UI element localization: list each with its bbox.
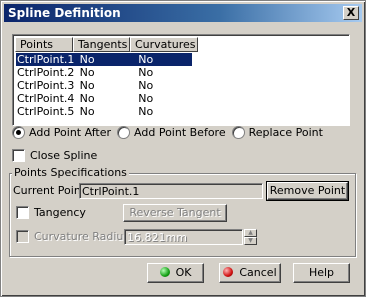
curvature-radius-label: Curvature Radius: <box>34 230 133 243</box>
group-title: Points Specifications <box>12 166 129 179</box>
radio-label: Add Point After <box>29 126 112 139</box>
list-row-ctrlpoint-4[interactable]: CtrlPoint.4 No No <box>16 92 192 105</box>
cell-curvature: No <box>138 92 154 105</box>
radio-add-point-after[interactable]: Add Point After <box>12 126 111 139</box>
cell-tangent: No <box>79 92 95 105</box>
ok-label: OK <box>175 266 192 279</box>
spline-definition-dialog: Spline Definition X Points Tangents Curv… <box>0 0 366 297</box>
cancel-button[interactable]: Cancel <box>219 263 281 283</box>
column-header-points[interactable]: Points <box>15 37 73 52</box>
spin-down-icon[interactable]: ▼ <box>244 237 257 245</box>
tangency-label: Tangency <box>34 206 86 219</box>
column-header-tangents[interactable]: Tangents <box>73 37 130 52</box>
close-spline-checkbox[interactable] <box>12 149 25 162</box>
radio-selected-icon[interactable] <box>12 126 25 139</box>
ok-button[interactable]: OK <box>147 263 204 283</box>
curvature-radius-checkbox[interactable] <box>16 230 29 243</box>
column-header-curvatures[interactable]: Curvatures <box>130 37 198 52</box>
points-list[interactable]: Points Tangents Curvatures CtrlPoint.1 N… <box>12 34 350 126</box>
add-mode-radio-group: Add Point After Add Point Before Replace… <box>12 126 329 139</box>
curvature-radius-checkbox-row[interactable]: Curvature Radius: <box>16 230 133 243</box>
radio-label: Add Point Before <box>134 126 226 139</box>
spin-up-icon[interactable]: ▲ <box>244 229 257 237</box>
close-spline-label: Close Spline <box>30 149 98 162</box>
remove-point-button[interactable]: Remove Point <box>266 181 349 201</box>
cell-tangent: No <box>79 66 95 79</box>
cell-curvature: No <box>138 79 154 92</box>
list-header: Points Tangents Curvatures <box>15 37 198 52</box>
current-point-label: Current Point: <box>13 184 89 197</box>
help-button[interactable]: Help <box>293 263 350 283</box>
curvature-radius-spinner[interactable]: ▲ ▼ <box>244 229 257 245</box>
cell-curvature: No <box>138 53 154 66</box>
cell-point: CtrlPoint.5 <box>17 105 75 118</box>
cell-tangent: No <box>79 105 95 118</box>
current-point-field[interactable]: CtrlPoint.1 <box>79 183 263 199</box>
close-spline-checkbox-row[interactable]: Close Spline <box>12 149 97 162</box>
radio-icon[interactable] <box>231 126 245 139</box>
cell-curvature: No <box>138 66 154 79</box>
radio-add-point-before[interactable]: Add Point Before <box>117 126 226 139</box>
radio-replace-point[interactable]: Replace Point <box>231 126 323 139</box>
radio-label: Replace Point <box>248 126 323 139</box>
tangency-checkbox[interactable] <box>16 206 29 219</box>
list-row-ctrlpoint-5[interactable]: CtrlPoint.5 No No <box>16 105 192 118</box>
cell-tangent: No <box>79 53 95 66</box>
curvature-radius-field[interactable]: 16.821mm <box>124 229 243 245</box>
cancel-label: Cancel <box>239 266 277 279</box>
cell-point: CtrlPoint.2 <box>17 66 75 79</box>
cell-point: CtrlPoint.3 <box>17 79 75 92</box>
cell-curvature: No <box>138 105 154 118</box>
title-bar[interactable]: Spline Definition X <box>4 4 362 22</box>
radio-icon[interactable] <box>117 126 131 139</box>
ok-icon <box>159 267 170 277</box>
reverse-tangent-button[interactable]: Reverse Tangent <box>123 204 227 222</box>
list-row-ctrlpoint-1[interactable]: CtrlPoint.1 No No <box>16 53 192 66</box>
list-row-ctrlpoint-3[interactable]: CtrlPoint.3 No No <box>16 79 192 92</box>
close-icon[interactable]: X <box>343 6 359 20</box>
cell-point: CtrlPoint.4 <box>17 92 75 105</box>
dialog-title: Spline Definition <box>8 6 121 20</box>
cancel-icon <box>223 267 234 277</box>
list-row-ctrlpoint-2[interactable]: CtrlPoint.2 No No <box>16 66 192 79</box>
cell-point: CtrlPoint.1 <box>17 53 75 66</box>
cell-tangent: No <box>79 79 95 92</box>
tangency-checkbox-row[interactable]: Tangency <box>16 206 86 219</box>
